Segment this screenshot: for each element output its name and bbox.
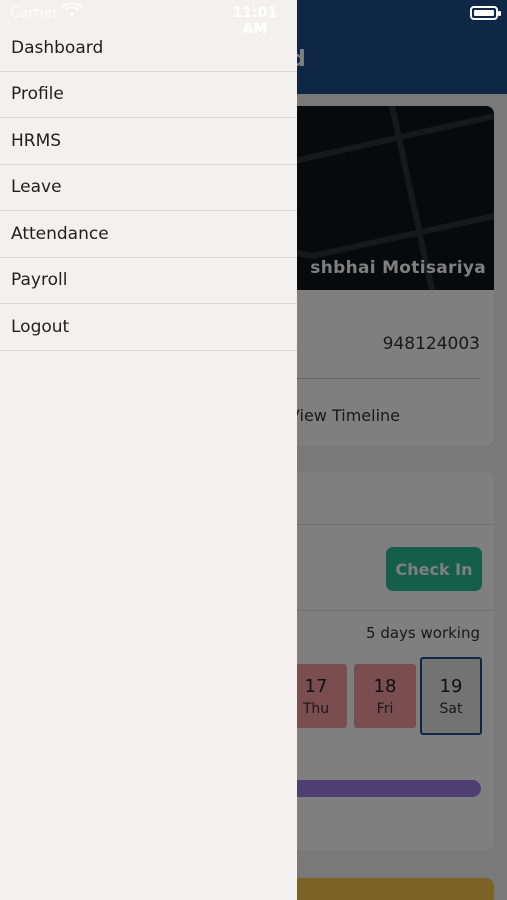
drawer-item-hrms[interactable]: HRMS <box>0 118 297 165</box>
battery-icon <box>470 6 501 20</box>
drawer-item-payroll[interactable]: Payroll <box>0 258 297 304</box>
status-time: 11:01 AM <box>232 5 278 37</box>
drawer-item-profile[interactable]: Profile <box>0 72 297 118</box>
drawer-menu: Dashboard Profile HRMS Leave Attendance … <box>0 25 297 351</box>
carrier-label: Carrier <box>10 5 58 21</box>
drawer-item-leave[interactable]: Leave <box>0 165 297 211</box>
drawer-item-logout[interactable]: Logout <box>0 304 297 351</box>
wifi-icon <box>61 1 83 23</box>
side-drawer: Dashboard Profile HRMS Leave Attendance … <box>0 0 297 900</box>
status-bar: Carrier 11:01 AM <box>0 0 507 37</box>
drawer-item-attendance[interactable]: Attendance <box>0 211 297 258</box>
